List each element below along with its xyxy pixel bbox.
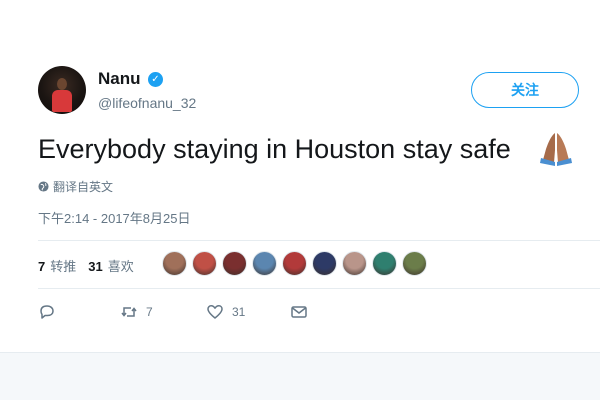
liker-avatar[interactable] [372,251,397,276]
avatar-head [57,78,67,90]
retweet-icon [121,307,137,317]
reply-icon [40,305,54,319]
page-footer-band [0,352,600,400]
translate-link[interactable]: 翻译自英文 [38,178,113,195]
avatar[interactable] [38,66,86,114]
liker-avatar[interactable] [222,251,247,276]
reply-button[interactable] [38,303,120,321]
direct-message-button[interactable] [290,303,308,321]
liker-avatar[interactable] [312,251,337,276]
retweets-count: 7 [38,259,46,274]
divider [38,240,600,241]
display-name[interactable]: Nanu [98,69,141,89]
liker-avatars [162,251,427,276]
likes-stat[interactable]: 31 喜欢 [88,256,133,275]
likes-count: 31 [88,259,103,274]
retweet-button[interactable]: 7 [120,303,206,321]
tweet-stats: 7 转推 31 喜欢 [38,256,134,275]
like-count: 31 [232,305,246,319]
retweet-count: 7 [146,305,153,319]
follow-button[interactable]: 关注 [471,72,579,108]
divider [38,288,600,289]
liker-avatar[interactable] [402,251,427,276]
verified-badge-icon: ✓ [148,72,163,87]
translate-label[interactable]: 翻译自英文 [53,178,113,195]
globe-icon [38,181,49,192]
tweet-timestamp[interactable]: 下午2:14 - 2017年8月25日 [38,208,190,227]
tweet-actions: 7 31 [38,303,308,321]
user-handle[interactable]: @lifeofnanu_32 [98,95,196,111]
folded-hands-emoji-icon [540,133,572,166]
tweet-card: Nanu ✓ @lifeofnanu_32 关注 Everybody stayi… [0,0,600,352]
retweets-stat[interactable]: 7 转推 [38,256,76,275]
tweet-text: Everybody staying in Houston stay safe [38,134,511,164]
like-button[interactable]: 31 [206,303,290,321]
liker-avatar[interactable] [342,251,367,276]
liker-avatar[interactable] [252,251,277,276]
liker-avatar[interactable] [192,251,217,276]
heart-icon [207,305,223,319]
retweets-label: 转推 [50,259,77,274]
liker-avatar[interactable] [282,251,307,276]
avatar-shirt [52,90,72,112]
envelope-icon [291,306,307,318]
liker-avatar[interactable] [162,251,187,276]
likes-label: 喜欢 [107,259,134,274]
